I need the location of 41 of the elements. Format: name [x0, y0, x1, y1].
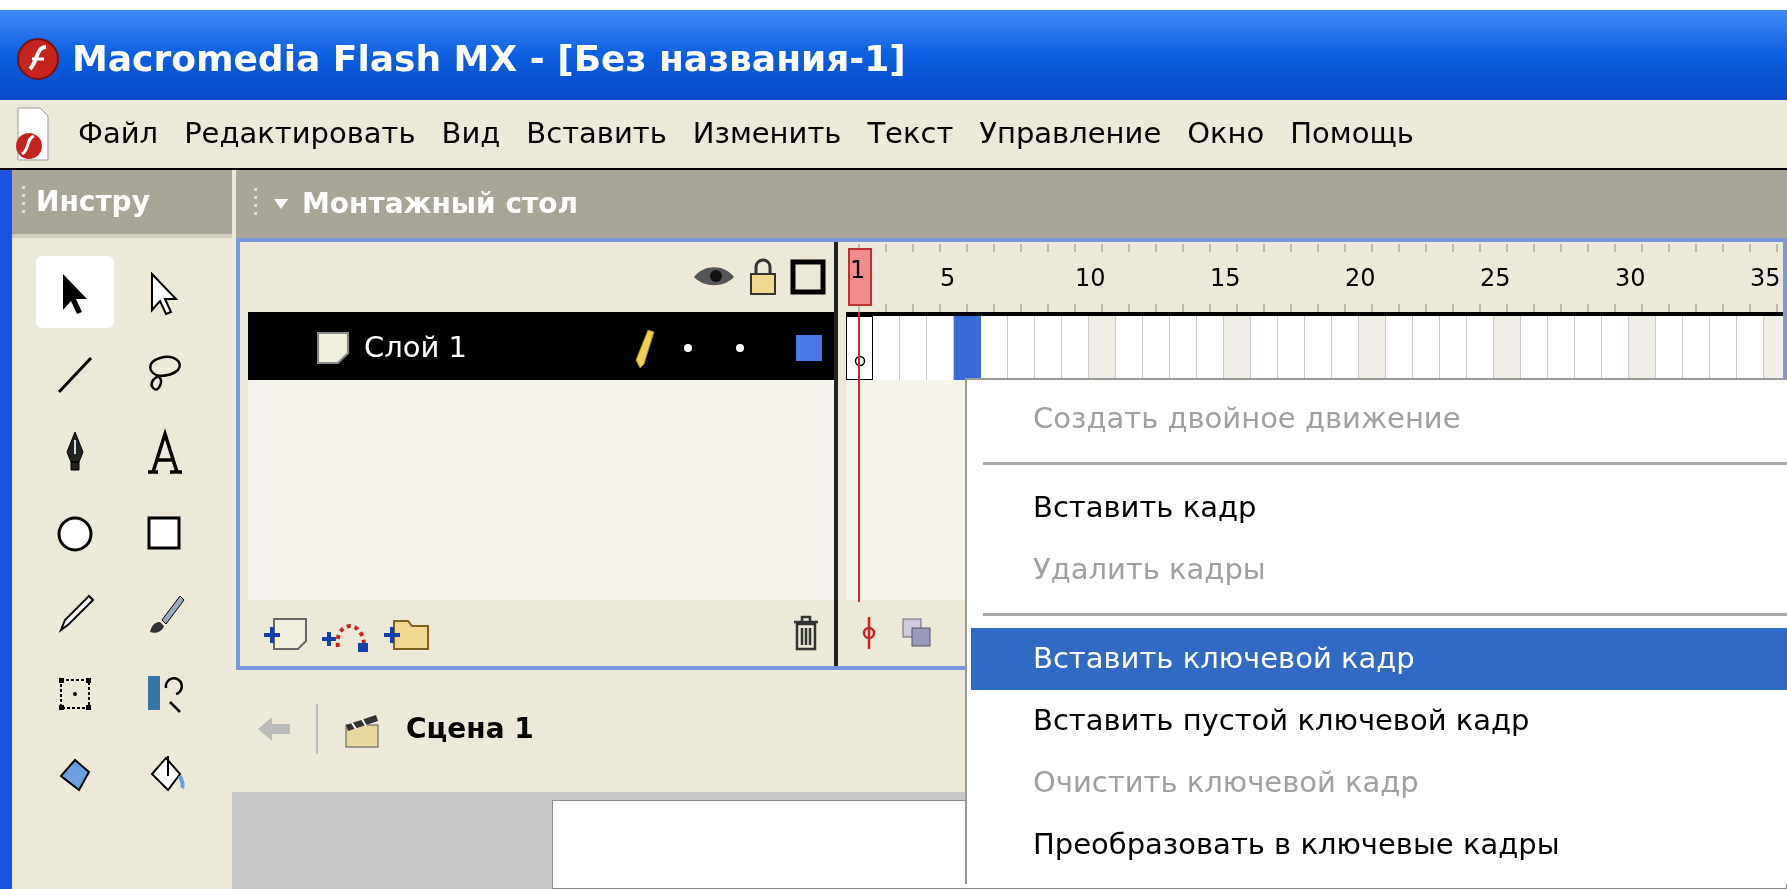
menu-item[interactable]: Вставить кадр: [971, 477, 1787, 539]
collapse-arrow-icon[interactable]: [272, 197, 290, 211]
dot-icon: [683, 343, 693, 353]
panel-title: Монтажный стол: [302, 186, 579, 222]
ruler-label: 20: [1345, 263, 1376, 294]
ruler-label: 25: [1480, 263, 1511, 294]
menu-item[interactable]: Вставить: [526, 112, 667, 156]
panel-title: Инстру: [36, 184, 150, 220]
lock-icon: [748, 257, 778, 297]
ruler-label: 30: [1615, 263, 1646, 294]
menu-item[interactable]: Вид: [441, 112, 501, 156]
ruler-label: 35: [1750, 263, 1781, 294]
ruler-label: 10: [1075, 263, 1106, 294]
ruler-label: 5: [940, 263, 956, 294]
dot-icon: [735, 343, 745, 353]
menu-item[interactable]: Преобразовать в ключевые кадры: [971, 814, 1787, 876]
keyframe-icon: [853, 355, 866, 367]
layer-row[interactable]: Слой 1: [248, 316, 834, 380]
back-arrow-icon[interactable]: [256, 714, 292, 744]
ruler-label: 15: [1210, 263, 1241, 294]
layer-icon: [314, 329, 352, 367]
outline-square-icon: [790, 259, 826, 295]
menu-item[interactable]: Вставить ключевой кадр: [971, 628, 1787, 690]
menu-item[interactable]: Редактировать: [184, 112, 416, 156]
menu-item[interactable]: Окно: [1187, 112, 1265, 156]
window-title: Macromedia Flash MX - [Без названия-1]: [72, 37, 906, 81]
menu-item[interactable]: Изменить: [692, 112, 842, 156]
menu-item[interactable]: Файл: [78, 112, 159, 156]
onion-skin-icon[interactable]: [900, 616, 934, 650]
layer-name: Слой 1: [364, 329, 469, 367]
pencil-icon: [632, 326, 656, 370]
frame-cell[interactable]: [846, 316, 873, 380]
frame-cell[interactable]: [954, 316, 981, 380]
scene-label[interactable]: Сцена 1: [406, 708, 534, 750]
playhead[interactable]: 1: [848, 248, 872, 306]
menu-item[interactable]: Вставить пустой ключевой кадр: [971, 690, 1787, 752]
tool-button[interactable]: [36, 256, 114, 328]
flash-logo-icon: [16, 37, 60, 81]
menu-item[interactable]: Управление: [979, 112, 1162, 156]
menu-item[interactable]: Текст: [867, 112, 954, 156]
menu-item[interactable]: Помощь: [1290, 112, 1414, 156]
